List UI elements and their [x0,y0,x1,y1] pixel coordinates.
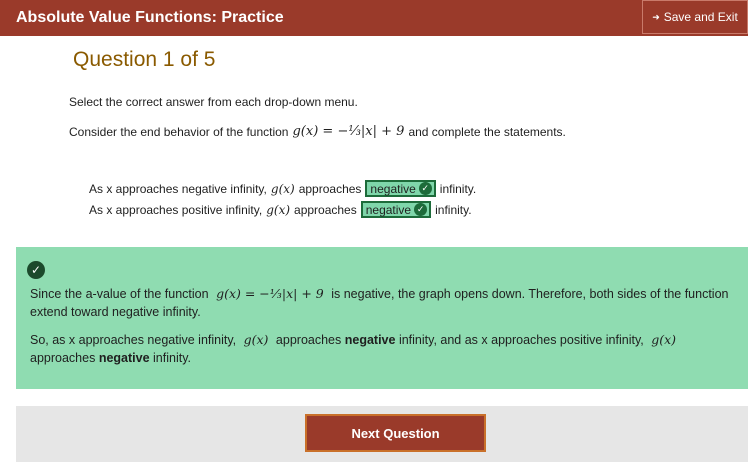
prompt-after: and complete the statements. [408,124,566,139]
dropdown-selected-value: negative [370,181,416,196]
feedback-text: Since the a-value of the function [30,287,209,301]
question-instructions: Select the correct answer from each drop… [69,95,358,109]
question-prompt: Consider the end behavior of the functio… [69,124,566,139]
statement-suffix: infinity. [435,202,472,217]
dropdown-answer-1[interactable]: negative ✓ [365,180,436,197]
statement-verb: approaches [298,181,362,196]
feedback-conclusion: So, as x approaches negative infinity, g… [30,331,742,367]
statement-prefix: As x approaches negative infinity, [89,181,267,196]
function-expression: g(x) = −⅓|x| + 9 [216,286,324,301]
exit-arrow-icon: ➜ [652,11,660,22]
check-circle-icon: ✓ [27,261,45,279]
statement-prefix: As x approaches positive infinity, [89,202,263,217]
feedback-answer: negative [98,351,150,365]
app-header: Absolute Value Functions: Practice ➜ Sav… [0,0,748,36]
feedback-text: approaches [275,333,342,347]
dropdown-answer-2[interactable]: negative ✓ [360,201,432,218]
statement-suffix: infinity. [439,181,477,196]
feedback-text: infinity, and as x approaches positive i… [398,333,644,347]
feedback-text: infinity. [153,351,191,365]
feedback-answer: negative [344,333,396,347]
save-and-exit-label: Save and Exit [663,10,738,24]
app-title: Absolute Value Functions: Practice [16,9,284,26]
question-title: Question 1 of 5 [73,48,216,71]
statement-positive-infinity: As x approaches positive infinity, g(x) … [89,201,472,218]
feedback-text: So, as x approaches negative infinity, [30,333,237,347]
statement-negative-infinity: As x approaches negative infinity, g(x) … [89,180,476,197]
dropdown-selected-value: negative [365,202,412,217]
function-label: g(x) [243,332,269,347]
function-expression: g(x) = −⅓|x| + 9 [292,124,405,139]
feedback-panel: ✓ Since the a-value of the function g(x)… [16,247,748,389]
prompt-before: Consider the end behavior of the functio… [69,124,289,139]
function-label: g(x) [270,181,295,196]
feedback-text: approaches [30,351,96,365]
function-label: g(x) [266,202,291,217]
check-icon: ✓ [418,182,432,195]
check-icon: ✓ [414,203,428,216]
next-question-button[interactable]: Next Question [305,414,486,452]
feedback-explanation: Since the a-value of the function g(x) =… [30,285,742,321]
footer-bar: Next Question [16,406,748,462]
save-and-exit-button[interactable]: ➜ Save and Exit [642,0,748,34]
statement-verb: approaches [294,202,357,217]
function-label: g(x) [651,332,677,347]
